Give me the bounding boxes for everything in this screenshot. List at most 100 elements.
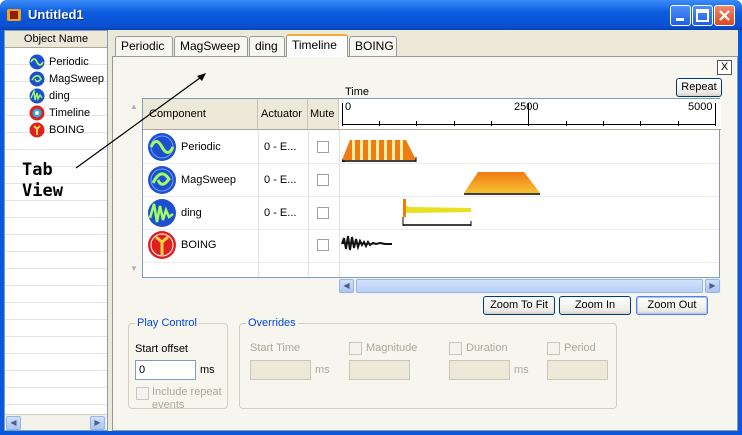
app-window: Untitled1 Object Name Periodic MagSweep: [0, 0, 742, 435]
list-item[interactable]: ding: [49, 88, 70, 104]
list-item[interactable]: Timeline: [49, 105, 90, 121]
tab-ding[interactable]: ding: [249, 36, 285, 56]
minimize-button[interactable]: [670, 5, 691, 26]
ruler-tick: [416, 121, 417, 126]
client-area: Object Name Periodic MagSweep ding Timel…: [4, 30, 738, 431]
magsweep-icon: [29, 71, 45, 87]
tab-boing[interactable]: BOING: [349, 36, 397, 56]
zoom-out-button[interactable]: Zoom Out: [636, 296, 708, 315]
list-item[interactable]: Periodic: [49, 54, 89, 70]
period-input[interactable]: [547, 360, 608, 380]
minimize-icon: [676, 18, 684, 21]
ruler-tick: [491, 121, 492, 126]
object-list-header[interactable]: Object Name: [5, 31, 107, 48]
ding-icon: [148, 199, 176, 227]
row-actuator[interactable]: 0 - E...: [264, 207, 296, 219]
ruler-tick: [342, 103, 343, 126]
periodic-wave-icon: [148, 133, 176, 161]
ruler-baseline: [342, 124, 716, 125]
mute-checkbox[interactable]: [317, 207, 329, 219]
boing-icon: [29, 122, 45, 138]
title-bar[interactable]: Untitled1: [0, 0, 742, 30]
ruler-label: 0: [345, 101, 352, 113]
row-component-name[interactable]: ding: [181, 207, 202, 219]
panel-close-button[interactable]: X: [717, 60, 732, 75]
periodic-wave-icon: [29, 54, 45, 70]
object-list-panel: Object Name Periodic MagSweep ding Timel…: [4, 30, 108, 431]
row-component-name[interactable]: BOING: [181, 239, 216, 251]
duration-checkbox[interactable]: [449, 342, 462, 355]
timeline-grid: Component Actuator Mute 0 2500 5000 Peri…: [142, 98, 721, 278]
maximize-icon: [696, 9, 709, 22]
column-header-actuator[interactable]: Actuator: [258, 99, 308, 130]
row-actuator[interactable]: 0 - E...: [264, 174, 296, 186]
start-time-unit: ms: [315, 364, 330, 376]
timeline-hscrollbar[interactable]: ◀ ▶: [338, 278, 721, 294]
row-actuator[interactable]: 0 - E...: [264, 141, 296, 153]
row-component-name[interactable]: Periodic: [181, 141, 221, 153]
tab-magsweep[interactable]: MagSweep: [174, 36, 248, 56]
timeline-panel: X Repeat Time ▲ ▼ Component Actuator Mut…: [112, 56, 738, 431]
overrides-legend: Overrides: [248, 317, 296, 329]
list-item[interactable]: MagSweep: [49, 71, 104, 87]
list-item[interactable]: BOING: [49, 122, 84, 138]
column-header-mute[interactable]: Mute: [308, 99, 339, 130]
tab-timeline[interactable]: Timeline: [286, 34, 348, 57]
app-icon: [7, 9, 21, 21]
start-offset-unit: ms: [200, 364, 215, 376]
time-ruler: 0 2500 5000: [339, 99, 721, 130]
ruler-tick: [454, 121, 455, 126]
scroll-right-icon[interactable]: ▶: [705, 279, 720, 293]
mute-checkbox[interactable]: [317, 239, 329, 251]
column-divider: [308, 130, 309, 277]
row-component-name[interactable]: MagSweep: [181, 174, 236, 186]
zoom-in-button[interactable]: Zoom In: [559, 296, 631, 315]
start-time-input[interactable]: [250, 360, 311, 380]
mute-checkbox[interactable]: [317, 174, 329, 186]
time-axis-label: Time: [345, 86, 370, 98]
ruler-tick: [715, 103, 716, 126]
include-repeat-checkbox[interactable]: [136, 387, 149, 400]
column-header-component[interactable]: Component: [143, 99, 258, 130]
zoom-to-fit-button[interactable]: Zoom To Fit: [483, 296, 555, 315]
duration-label: Duration: [466, 342, 508, 354]
row-divider: [143, 262, 719, 263]
scroll-left-icon[interactable]: ◀: [339, 279, 354, 293]
include-repeat-label: Include repeat: [152, 386, 222, 398]
magsweep-icon: [148, 166, 176, 194]
boing-effect-bar[interactable]: [340, 232, 400, 254]
scroll-left-button[interactable]: ◀: [6, 416, 21, 430]
grid-scroll-down-icon[interactable]: ▼: [127, 264, 141, 278]
row-divider: [143, 163, 719, 164]
timeline-icon: [29, 105, 45, 121]
close-icon: [719, 10, 730, 21]
period-label: Period: [564, 342, 596, 354]
object-list-hscrollbar[interactable]: ◀ ▶: [5, 414, 107, 430]
duration-input[interactable]: [449, 360, 510, 380]
magnitude-checkbox[interactable]: [349, 342, 362, 355]
scroll-right-button[interactable]: ▶: [90, 416, 105, 430]
scroll-thumb[interactable]: [356, 279, 703, 293]
start-offset-input[interactable]: 0: [135, 360, 196, 380]
maximize-button[interactable]: [692, 5, 713, 26]
repeat-button[interactable]: Repeat: [676, 78, 722, 97]
boing-icon: [148, 231, 176, 259]
magsweep-effect-bar[interactable]: [462, 169, 544, 197]
mute-checkbox[interactable]: [317, 141, 329, 153]
ruler-tick: [603, 121, 604, 126]
ruler-label: 2500: [514, 101, 539, 113]
tab-view: Periodic MagSweep ding Timeline BOING X …: [112, 34, 738, 431]
close-button[interactable]: [714, 5, 735, 26]
ruler-tick: [678, 121, 679, 126]
ruler-tick: [566, 121, 567, 126]
periodic-effect-bar[interactable]: [340, 135, 420, 163]
ruler-label: 5000: [688, 101, 713, 113]
grid-scroll-up-icon[interactable]: ▲: [127, 102, 141, 116]
magnitude-label: Magnitude: [366, 342, 418, 354]
ding-effect-bar[interactable]: [401, 197, 475, 229]
magnitude-input[interactable]: [349, 360, 410, 380]
tab-periodic[interactable]: Periodic: [115, 36, 173, 56]
period-checkbox[interactable]: [547, 342, 560, 355]
annotation-text-2: View: [22, 181, 63, 201]
start-time-label: Start Time: [250, 342, 301, 354]
